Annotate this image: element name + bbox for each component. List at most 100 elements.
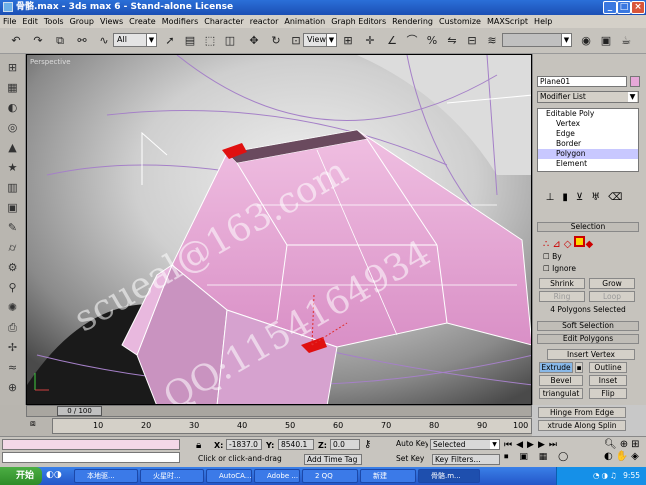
angle-snap-icon[interactable]: ⌒ [404,33,420,49]
menu-views[interactable]: Views [97,15,126,28]
loop-button[interactable]: Loop [589,291,635,302]
close-button[interactable]: × [631,1,645,14]
by-vertex-checkbox[interactable]: ☐ By [543,252,562,262]
maxscript-listener[interactable] [2,439,180,450]
stack-polygon[interactable]: Polygon [538,149,638,159]
grid-icon[interactable]: ⊞ [4,60,21,76]
outline-button[interactable]: Outline [589,362,627,373]
y-coordinate-field[interactable]: 8540.1 [278,439,314,450]
rotate-icon[interactable]: ↻ [268,33,284,49]
align-icon[interactable]: ⊟ [464,33,480,49]
cone-icon[interactable]: ▲ [4,140,21,156]
hinge-from-edge-button[interactable]: Hinge From Edge [538,407,626,418]
shrink-button[interactable]: Shrink [539,278,585,289]
spacewarp-icon[interactable]: ≈ [4,360,21,376]
edit-polygons-rollout-header[interactable]: Edit Polygons [537,334,639,344]
subobject-icons[interactable]: ∴⊿◇ ◆ [543,236,633,250]
material-editor-icon[interactable]: ◉ [578,33,594,49]
time-ruler[interactable]: 10 20 30 40 50 60 70 80 90 100 [52,418,532,434]
object-name-field[interactable]: Plane01 [537,76,627,87]
lock-icon[interactable]: 🔒︎ [196,440,201,451]
tray-icons[interactable]: ◔◑♫ [593,471,623,480]
pivot-center-icon[interactable]: ⊞ [340,33,356,49]
menu-maxscript[interactable]: MAXScript [484,15,531,28]
point-icon[interactable]: ▦ [4,80,21,96]
camera-icon[interactable]: ⎙ [4,320,21,336]
stack-border[interactable]: Border [538,139,638,149]
menu-edit[interactable]: Edit [19,15,41,28]
unlink-icon[interactable]: ⚯ [74,33,90,49]
z-coordinate-field[interactable]: 0.0 [330,439,360,450]
task-local-drive[interactable]: 本地驱... [74,469,138,483]
insert-vertex-button[interactable]: Insert Vertex [547,349,635,360]
soft-selection-rollout-header[interactable]: Soft Selection [537,321,639,331]
menu-reactor[interactable]: reactor [247,15,282,28]
menu-file[interactable]: File [0,15,19,28]
selected-dropdown[interactable]: Selected ▼ [430,439,500,450]
menu-customize[interactable]: Customize [436,15,484,28]
cube-icon[interactable]: ▣ [4,200,21,216]
task-3dsmax[interactable]: 骨骼.m... [418,469,480,483]
sphere-icon[interactable]: ◐ [4,100,21,116]
cylinder-icon[interactable]: ▥ [4,180,21,196]
stack-editable-poly[interactable]: Editable Poly [538,109,638,119]
select-object-icon[interactable]: ➚ [162,33,178,49]
bone-icon[interactable]: ⚲ [4,280,21,296]
window-crossing-icon[interactable]: ◫ [222,33,238,49]
curve-editor-icon[interactable]: ≋ [484,33,500,49]
quick-render-icon[interactable]: ☕ [618,33,634,49]
torus-icon[interactable]: ◎ [4,120,21,136]
menu-animation[interactable]: Animation [281,15,328,28]
pipe-icon[interactable]: ⌭ [4,240,21,256]
stack-edge[interactable]: Edge [538,129,638,139]
task-qq[interactable]: 2 QQ [302,469,358,483]
rectangular-selection-icon[interactable]: ⬚ [202,33,218,49]
triangulate-button[interactable]: triangulat [539,388,583,399]
redo-icon[interactable]: ↷ [30,33,46,49]
snaps-toggle-icon[interactable]: ∠ [384,33,400,49]
percent-snap-icon[interactable]: % [424,33,440,49]
polygon-mode-icon[interactable] [574,236,586,247]
select-by-name-icon[interactable]: ▤ [182,33,198,49]
quick-launch-icons[interactable]: ◐◑ [46,470,68,482]
named-selection-sets-dropdown[interactable]: ▼ [502,33,572,47]
task-autocad[interactable]: AutoCA... [206,469,252,483]
time-slider[interactable]: 0 / 100 [26,405,532,417]
perspective-viewport[interactable]: Perspective scueal@163.com QQ:1154164934 [26,54,532,405]
viewport-label[interactable]: Perspective [30,58,71,66]
start-button[interactable]: 开始 [0,467,42,485]
select-link-icon[interactable]: ⧉ [52,33,68,49]
selection-rollout-header[interactable]: Selection [537,222,639,232]
inset-button[interactable]: Inset [589,375,627,386]
x-coordinate-field[interactable]: -1837.0 [226,439,262,450]
menu-character[interactable]: Character [201,15,247,28]
pen-icon[interactable]: ✎ [4,220,21,236]
undo-icon[interactable]: ↶ [8,33,24,49]
ignore-backfacing-checkbox[interactable]: ☐ Ignore [543,264,576,274]
stack-vertex[interactable]: Vertex [538,119,638,129]
star-icon[interactable]: ★ [4,160,21,176]
menu-graph-editors[interactable]: Graph Editors [328,15,389,28]
task-new[interactable]: 新建 [360,469,416,483]
bind-space-warp-icon[interactable]: ∿ [96,33,112,49]
viewport-nav-controls[interactable]: 🔍︎⊕⊞ ◐✋◈ [604,439,644,463]
mini-curve-icon[interactable]: ⧈ [30,419,40,431]
menu-rendering[interactable]: Rendering [389,15,436,28]
key-icon[interactable]: ⚷ [364,439,392,450]
auto-key-button[interactable]: Auto Key [394,439,428,450]
mirror-icon[interactable]: ⇋ [444,33,460,49]
extrude-along-spline-button[interactable]: xtrude Along Splin [538,420,626,431]
maximize-button[interactable]: □ [617,1,631,14]
playback-controls[interactable]: ⏮◀▶▶⏭ ⏹ ▣ ▦ ◯ [504,439,600,463]
modifier-list-dropdown[interactable]: Modifier List ▼ [537,91,639,103]
key-filters-button[interactable]: Key Filters... [432,454,500,465]
menu-group[interactable]: Group [67,15,97,28]
gear-icon[interactable]: ⚙ [4,260,21,276]
extrude-button[interactable]: Extrude [539,362,573,373]
menu-help[interactable]: Help [531,15,555,28]
stack-element[interactable]: Element [538,159,638,169]
extrude-settings-button[interactable]: ▪ [575,362,583,373]
selection-filter-dropdown[interactable]: All ▼ [113,33,157,47]
scale-icon[interactable]: ⊡ [288,33,304,49]
menu-create[interactable]: Create [126,15,159,28]
